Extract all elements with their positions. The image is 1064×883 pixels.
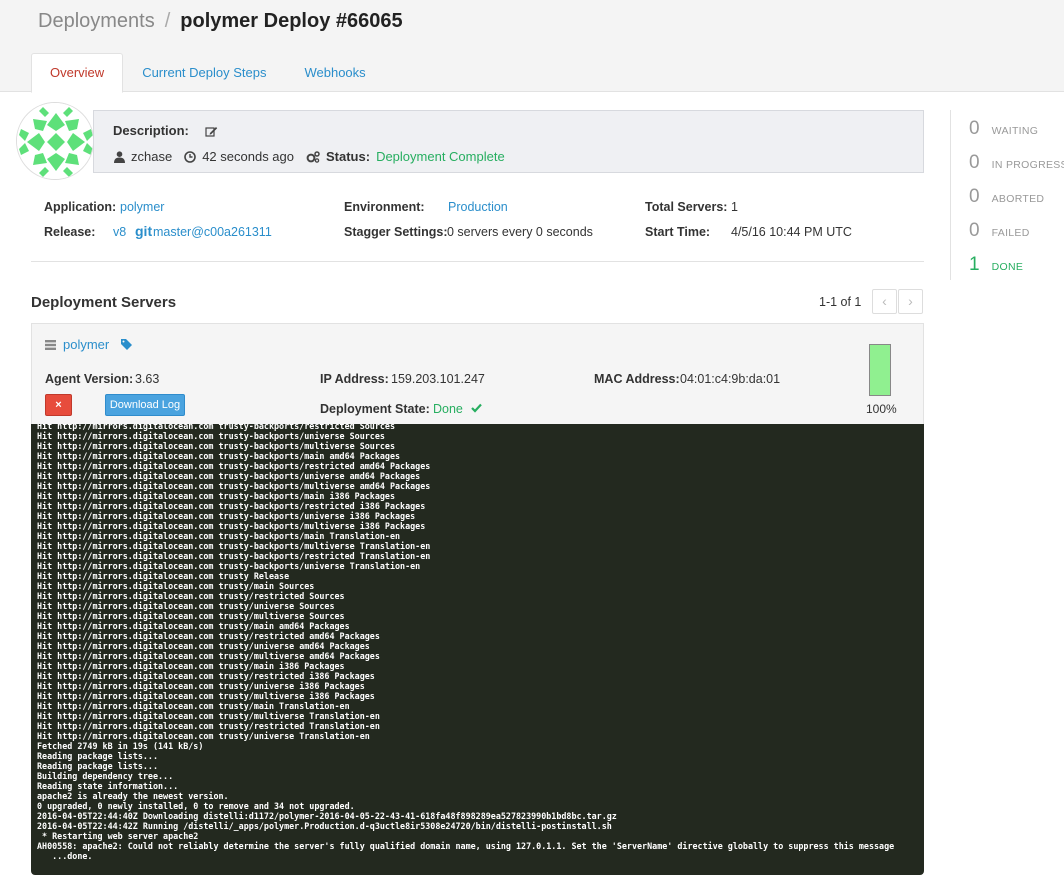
release-label: Release:: [44, 225, 96, 239]
stat-waiting: 0 WAITING: [969, 118, 1039, 139]
start-time-label: Start Time:: [645, 225, 711, 239]
stat-failed: 0 FAILED: [969, 220, 1030, 241]
status-value: Deployment Complete: [376, 149, 505, 164]
application-label: Application:: [44, 200, 117, 214]
description-label: Description:: [113, 123, 189, 138]
deploy-progress-fill: [870, 345, 890, 395]
status-label: Status:: [326, 149, 371, 164]
user-icon: [114, 150, 125, 163]
tab-bar: Overview Current Deploy Steps Webhooks: [31, 53, 385, 93]
ip-address-value: 159.203.101.247: [391, 372, 485, 386]
environment-link[interactable]: Production: [448, 200, 508, 214]
stagger-label: Stagger Settings:: [344, 225, 448, 239]
server-name-link[interactable]: polymer: [63, 337, 109, 352]
application-link[interactable]: polymer: [120, 200, 164, 214]
ip-address-label: IP Address:: [320, 372, 389, 386]
edit-icon[interactable]: [205, 125, 218, 138]
page-header: Deployments / polymer Deploy #66065 Overvi…: [0, 0, 1064, 93]
tab-overview[interactable]: Overview: [31, 53, 124, 93]
deployment-state-label: Deployment State:: [320, 402, 430, 416]
download-log-button[interactable]: Download Log: [105, 394, 185, 416]
breadcrumb-separator: /: [164, 10, 171, 32]
remove-button[interactable]: ×: [45, 394, 72, 416]
total-servers-label: Total Servers:: [645, 200, 728, 214]
stagger-value: 0 servers every 0 seconds: [447, 225, 593, 239]
stat-aborted: 0 ABORTED: [969, 186, 1045, 207]
page-title: polymer Deploy #66065: [180, 10, 403, 32]
stat-in-progress: 0 IN PROGRESS: [969, 152, 1064, 173]
divider: [31, 261, 924, 262]
chevron-right-icon[interactable]: ›: [898, 289, 923, 314]
chevron-left-icon[interactable]: ‹: [872, 289, 897, 314]
avatar: [16, 102, 94, 180]
server-card: polymer Agent Version: 3.63 IP Address: …: [31, 323, 924, 426]
tag-icon[interactable]: [121, 338, 132, 353]
release-link[interactable]: v8: [113, 225, 126, 239]
git-icon: git: [135, 223, 153, 239]
deploy-time: 42 seconds ago: [202, 149, 294, 164]
mac-address-value: 04:01:c4:9b:da:01: [680, 372, 781, 386]
description-panel: Description: zchase 42 seconds ago Statu…: [93, 110, 924, 173]
environment-label: Environment:: [344, 200, 425, 214]
clock-icon: [184, 150, 197, 163]
deployment-state-value: Done: [433, 402, 463, 416]
tab-current-deploy-steps[interactable]: Current Deploy Steps: [123, 53, 285, 92]
deploy-progress-bar: [869, 344, 891, 396]
deployment-servers-title: Deployment Servers: [31, 294, 177, 311]
start-time-value: 4/5/16 10:44 PM UTC: [731, 225, 852, 239]
deploy-user: zchase: [131, 149, 173, 164]
server-icon: [45, 338, 56, 353]
deploy-log-text: Hit http://mirrors.digitalocean.com trus…: [37, 424, 895, 861]
total-servers-value: 1: [731, 200, 738, 214]
agent-version-value: 3.63: [135, 372, 160, 386]
stat-done: 1 DONE: [969, 254, 1024, 275]
git-commit-link[interactable]: master@c00a261311: [153, 225, 272, 239]
breadcrumb-deployments-link[interactable]: Deployments: [38, 10, 155, 32]
gears-icon: [306, 150, 320, 163]
deploy-progress-text: 100%: [866, 402, 897, 416]
breadcrumb: Deployments / polymer Deploy #66065: [38, 10, 403, 33]
pagination-count: 1-1 of 1: [819, 295, 862, 309]
deploy-log-console[interactable]: Hit http://mirrors.digitalocean.com trus…: [31, 424, 924, 875]
mac-address-label: MAC Address:: [594, 372, 680, 386]
check-icon: [471, 402, 482, 416]
status-summary: 0 WAITING 0 IN PROGRESS 0 ABORTED 0 FAIL…: [950, 110, 1064, 280]
agent-version-label: Agent Version:: [45, 372, 134, 386]
tab-webhooks[interactable]: Webhooks: [285, 53, 384, 92]
deploy-meta: zchase 42 seconds ago Status: Deployment…: [114, 149, 505, 164]
